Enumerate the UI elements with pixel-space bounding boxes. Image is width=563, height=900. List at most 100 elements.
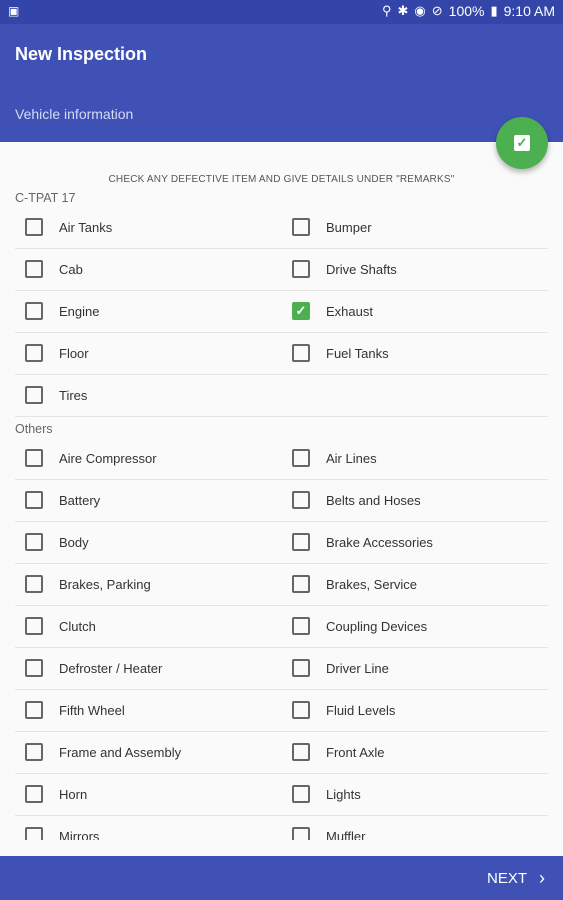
checkbox-label: Engine bbox=[59, 303, 100, 319]
checkbox-engine[interactable]: Engine bbox=[25, 290, 99, 332]
checkbox-icon bbox=[292, 785, 310, 803]
check-box-icon: ✓ bbox=[514, 135, 530, 151]
checklist-row: Horn Lights bbox=[15, 773, 548, 816]
checkbox-icon bbox=[25, 827, 43, 840]
checkbox-label: Body bbox=[59, 534, 89, 550]
checkbox-icon bbox=[292, 260, 310, 278]
checkbox-fifth-wheel[interactable]: Fifth Wheel bbox=[25, 689, 125, 731]
checkbox-brakes-service[interactable]: Brakes, Service bbox=[292, 563, 417, 605]
checkbox-defroster-heater[interactable]: Defroster / Heater bbox=[25, 647, 162, 689]
checkbox-clutch[interactable]: Clutch bbox=[25, 605, 96, 647]
checkbox-belts-hoses[interactable]: Belts and Hoses bbox=[292, 479, 421, 521]
checkbox-label: Floor bbox=[59, 345, 89, 361]
checkbox-icon bbox=[25, 491, 43, 509]
checkbox-label: Bumper bbox=[326, 219, 372, 235]
checklist-row: Fifth Wheel Fluid Levels bbox=[15, 689, 548, 732]
checklist-row: Clutch Coupling Devices bbox=[15, 605, 548, 648]
checkbox-icon bbox=[25, 785, 43, 803]
checklist-row: Frame and Assembly Front Axle bbox=[15, 731, 548, 774]
checkbox-fluid-levels[interactable]: Fluid Levels bbox=[292, 689, 395, 731]
checkbox-label: Tires bbox=[59, 387, 88, 403]
checkbox-icon bbox=[25, 575, 43, 593]
checklist-row: Air Tanks Bumper bbox=[15, 206, 548, 249]
checkbox-icon bbox=[25, 260, 43, 278]
checkbox-label: Fifth Wheel bbox=[59, 702, 125, 718]
checkbox-icon bbox=[25, 386, 43, 404]
checkbox-lights[interactable]: Lights bbox=[292, 773, 361, 815]
checkbox-icon bbox=[292, 449, 310, 467]
checkbox-label: Defroster / Heater bbox=[59, 660, 163, 676]
checkbox-label: Brake Accessories bbox=[326, 534, 433, 550]
checkbox-label: Fuel Tanks bbox=[326, 345, 389, 361]
save-fab-button[interactable]: ✓ bbox=[496, 117, 548, 169]
checklist-row: Aire Compressor Air Lines bbox=[15, 437, 548, 480]
checkbox-icon bbox=[25, 344, 43, 362]
checkbox-icon bbox=[292, 827, 310, 840]
checkbox-icon bbox=[292, 575, 310, 593]
checkbox-tires[interactable]: Tires bbox=[25, 374, 87, 416]
checklist-row: Defroster / Heater Driver Line bbox=[15, 647, 548, 690]
checkbox-driver-line[interactable]: Driver Line bbox=[292, 647, 389, 689]
checkbox-aire-compressor[interactable]: Aire Compressor bbox=[25, 437, 157, 479]
wifi-icon: ◉ bbox=[414, 3, 426, 18]
next-button[interactable]: NEXT › bbox=[487, 868, 545, 889]
checkbox-icon bbox=[25, 617, 43, 635]
checkbox-label: Air Lines bbox=[326, 450, 377, 466]
checkbox-icon bbox=[25, 659, 43, 677]
checkbox-label: Mirrors bbox=[59, 828, 100, 841]
checkbox-battery[interactable]: Battery bbox=[25, 479, 100, 521]
page-subtitle: Vehicle information bbox=[15, 106, 134, 122]
notification-icon: ▣ bbox=[8, 4, 20, 18]
checkbox-cab[interactable]: Cab bbox=[25, 248, 83, 290]
checklist-row: Tires bbox=[15, 374, 548, 417]
checkbox-label: Brakes, Service bbox=[326, 576, 418, 592]
checkbox-icon bbox=[25, 218, 43, 236]
battery-percent: 100% bbox=[448, 3, 485, 19]
checkbox-icon bbox=[292, 218, 310, 236]
checkbox-icon bbox=[25, 533, 43, 551]
checkbox-brakes-parking[interactable]: Brakes, Parking bbox=[25, 563, 151, 605]
page-title: New Inspection bbox=[15, 44, 148, 64]
checkbox-icon bbox=[292, 491, 310, 509]
checklist-row: Mirrors Muffler bbox=[15, 815, 548, 840]
checkbox-label: Exhaust bbox=[326, 303, 373, 319]
checkbox-frame-assembly[interactable]: Frame and Assembly bbox=[25, 731, 181, 773]
checkbox-brake-accessories[interactable]: Brake Accessories bbox=[292, 521, 433, 563]
checkbox-fuel-tanks[interactable]: Fuel Tanks bbox=[292, 332, 389, 374]
checkbox-label: Fluid Levels bbox=[326, 702, 396, 718]
checkbox-icon bbox=[292, 743, 310, 761]
checkbox-floor[interactable]: Floor bbox=[25, 332, 89, 374]
clock: 9:10 AM bbox=[503, 3, 555, 19]
checklist-row: Floor Fuel Tanks bbox=[15, 332, 548, 375]
checklist-row: Body Brake Accessories bbox=[15, 521, 548, 564]
checkbox-label: Muffler bbox=[326, 828, 366, 841]
checklist-row: Engine ✓ Exhaust bbox=[15, 290, 548, 333]
checklist-row: Cab Drive Shafts bbox=[15, 248, 548, 291]
checkbox-icon bbox=[292, 344, 310, 362]
checkbox-label: Air Tanks bbox=[59, 219, 113, 235]
checkbox-checked-icon: ✓ bbox=[292, 302, 310, 320]
checkbox-drive-shafts[interactable]: Drive Shafts bbox=[292, 248, 397, 290]
checkbox-air-lines[interactable]: Air Lines bbox=[292, 437, 377, 479]
checkbox-body[interactable]: Body bbox=[25, 521, 89, 563]
chevron-right-icon: › bbox=[539, 868, 545, 888]
checkbox-coupling-devices[interactable]: Coupling Devices bbox=[292, 605, 427, 647]
checkbox-front-axle[interactable]: Front Axle bbox=[292, 731, 385, 773]
checkbox-horn[interactable]: Horn bbox=[25, 773, 87, 815]
checkbox-label: Front Axle bbox=[326, 744, 385, 760]
location-icon: ⚲ bbox=[381, 3, 392, 18]
checkbox-bumper[interactable]: Bumper bbox=[292, 206, 372, 248]
checkbox-icon bbox=[25, 743, 43, 761]
checkbox-mirrors[interactable]: Mirrors bbox=[25, 815, 99, 840]
checkbox-exhaust[interactable]: ✓ Exhaust bbox=[292, 290, 373, 332]
checkbox-icon bbox=[292, 617, 310, 635]
checkbox-icon bbox=[25, 449, 43, 467]
inspection-checklist: CHECK ANY DEFECTIVE ITEM AND GIVE DETAIL… bbox=[0, 142, 563, 840]
checkbox-muffler[interactable]: Muffler bbox=[292, 815, 366, 840]
checkbox-air-tanks[interactable]: Air Tanks bbox=[25, 206, 112, 248]
checkbox-icon bbox=[25, 302, 43, 320]
section-label-ctpat: C-TPAT 17 bbox=[15, 191, 76, 205]
checkbox-label: Lights bbox=[326, 786, 361, 802]
app-bar: New Inspection Vehicle information bbox=[0, 24, 563, 142]
checkbox-label: Belts and Hoses bbox=[326, 492, 421, 508]
